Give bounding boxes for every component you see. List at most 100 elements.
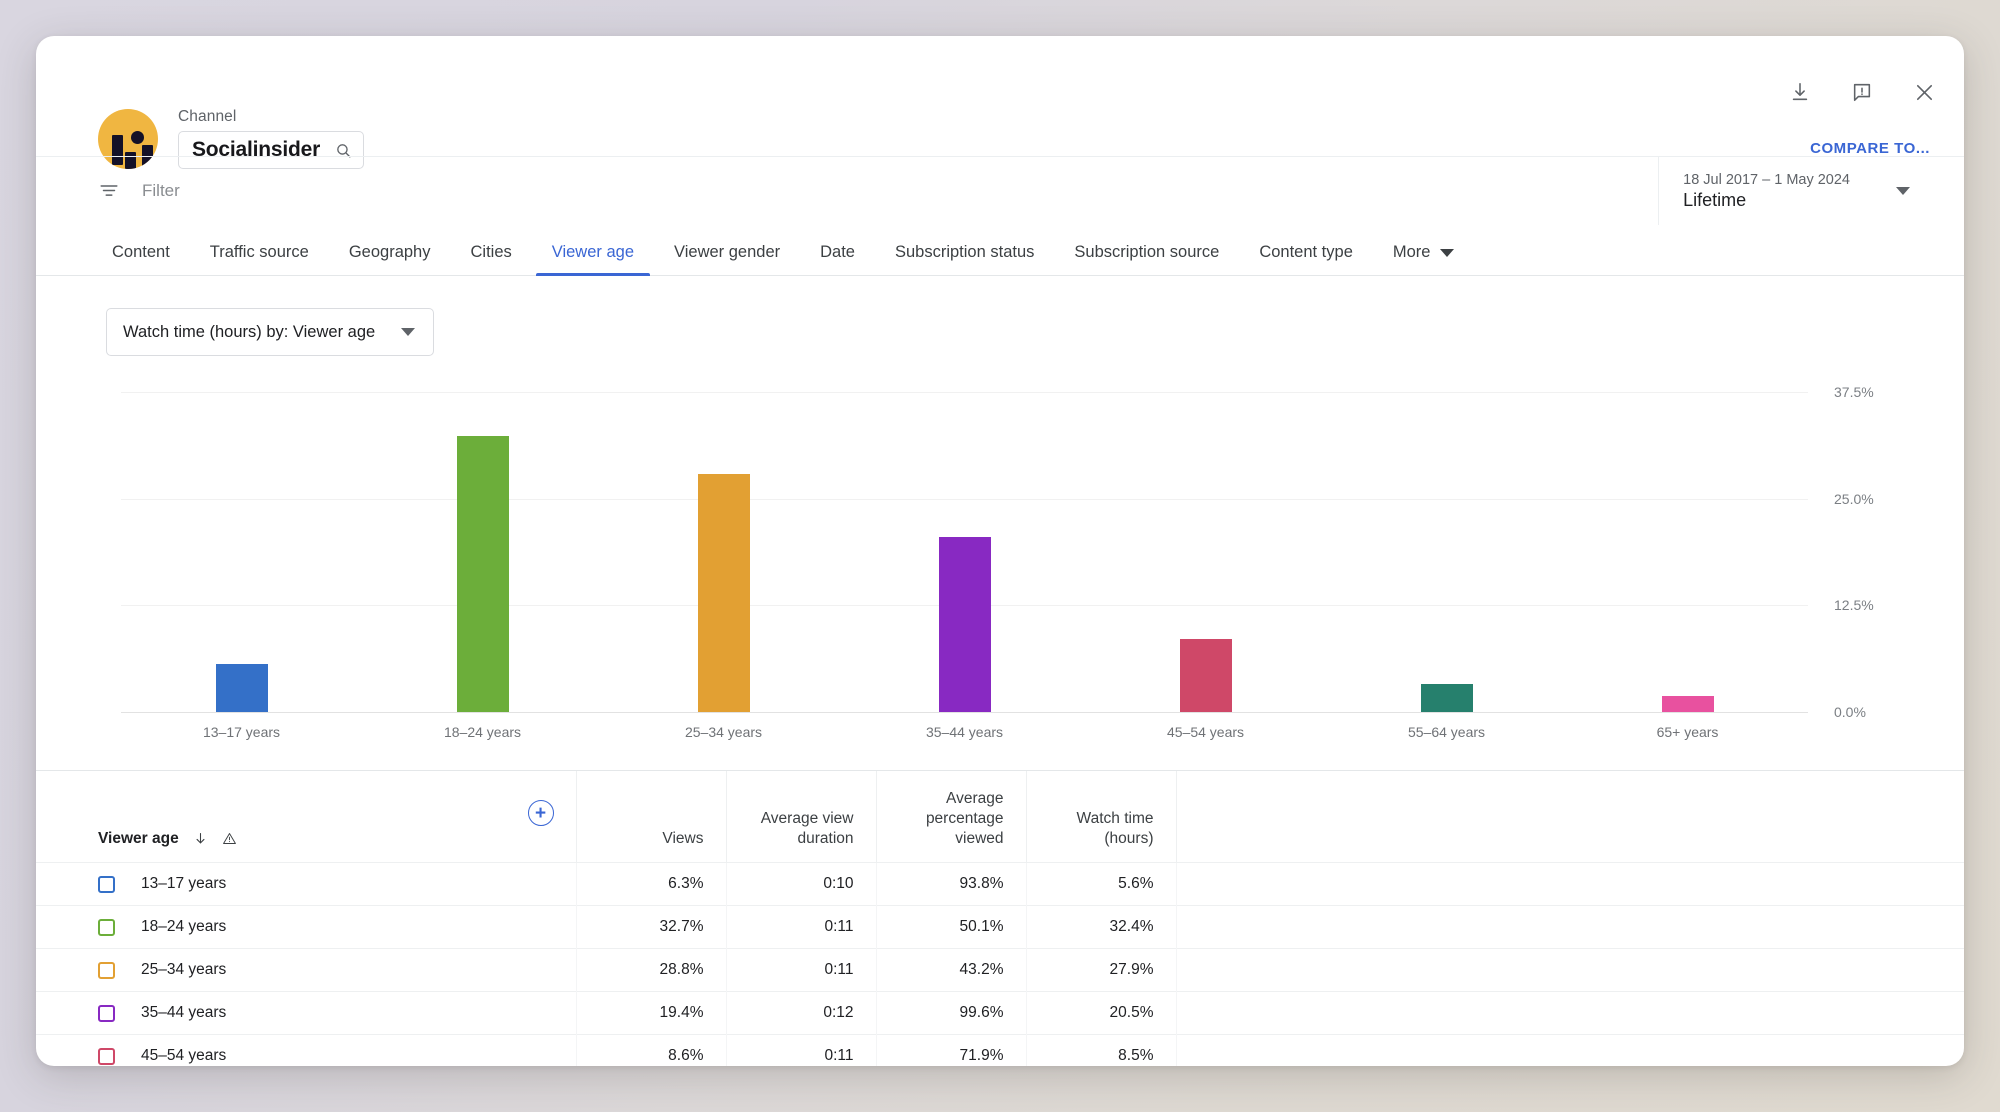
chart-bar[interactable] — [215, 664, 268, 712]
y-axis-tick-label: 25.0% — [1834, 490, 1874, 507]
table-row[interactable]: 13–17 years 6.3% 0:10 93.8% 5.6% — [36, 862, 1964, 906]
cell-watch-time: 32.4% — [1026, 905, 1177, 949]
tab-traffic-source[interactable]: Traffic source — [190, 243, 329, 275]
tab-viewer-gender[interactable]: Viewer gender — [654, 243, 800, 275]
cell-views: 19.4% — [576, 991, 727, 1035]
cell-avg-view-duration: 0:12 — [726, 991, 877, 1035]
bar-column: 18–24 years — [362, 392, 603, 740]
chart-bar[interactable] — [1420, 683, 1473, 712]
table-row[interactable]: 25–34 years 28.8% 0:11 43.2% 27.9% — [36, 948, 1964, 992]
chart-bar[interactable] — [1661, 695, 1714, 712]
row-checkbox[interactable] — [98, 1004, 115, 1022]
date-range-text: 18 Jul 2017 – 1 May 2024 Lifetime — [1683, 172, 1850, 211]
date-range-selector[interactable]: 18 Jul 2017 – 1 May 2024 Lifetime — [1658, 157, 1938, 225]
cell-views: 6.3% — [576, 862, 727, 906]
chevron-down-icon — [1896, 187, 1910, 195]
column-label-avg-dur-line1: Average view — [760, 809, 854, 827]
chart-bar[interactable] — [1179, 639, 1232, 712]
chart-bar[interactable] — [697, 473, 750, 712]
cell-viewer-age: 18–24 years — [36, 905, 577, 949]
download-icon[interactable] — [1786, 78, 1814, 106]
close-icon[interactable] — [1910, 78, 1938, 106]
column-header-views[interactable]: Views — [576, 771, 727, 863]
chart-bars: 13–17 years 18–24 years 25–34 years 35–44 y… — [121, 392, 1808, 740]
cell-viewer-age: 35–44 years — [36, 991, 577, 1035]
cell-spacer — [1176, 949, 1964, 992]
tab-label: Date — [820, 243, 855, 261]
dimension-tabs: Content Traffic source Geography Cities View… — [36, 224, 1964, 276]
tab-viewer-age[interactable]: Viewer age — [532, 243, 654, 276]
x-axis-tick-label: 55–64 years — [1407, 724, 1486, 740]
column-header-avg-view-duration[interactable]: Average view duration — [726, 771, 877, 863]
x-axis-tick-label: 25–34 years — [684, 724, 763, 740]
add-column-button[interactable]: + — [527, 800, 554, 827]
sort-descending-icon[interactable] — [193, 831, 208, 846]
row-label: 25–34 years — [141, 961, 227, 979]
column-header-avg-percentage-viewed[interactable]: Average percentage viewed — [876, 771, 1027, 863]
tab-cities[interactable]: Cities — [450, 243, 531, 275]
viewer-age-chart: 13–17 years 18–24 years 25–34 years 35–44 y… — [36, 382, 1964, 740]
metric-selector[interactable]: Watch time (hours) by: Viewer age — [106, 308, 435, 356]
tab-date[interactable]: Date — [800, 243, 875, 275]
compare-to-button[interactable]: COMPARE TO... — [1810, 140, 1930, 157]
filter-control[interactable]: Filter — [36, 180, 180, 202]
row-checkbox[interactable] — [98, 918, 115, 936]
column-label-avg-pct-line1: Average — [946, 790, 1004, 807]
window-topbar: Channel Socialinsider COMPARE TO... — [36, 36, 1964, 169]
cell-avg-percentage-viewed: 71.9% — [876, 1034, 1027, 1066]
tab-content[interactable]: Content — [92, 243, 190, 275]
column-label-avg-dur-line2: duration — [797, 829, 854, 847]
tab-more[interactable]: More — [1373, 243, 1475, 275]
row-label: 35–44 years — [141, 1004, 227, 1022]
row-checkbox[interactable] — [98, 961, 115, 979]
x-axis-tick-label: 45–54 years — [1166, 724, 1245, 740]
column-label-watch-line1: Watch time — [1076, 809, 1154, 827]
column-label-watch-line2: (hours) — [1104, 829, 1154, 847]
cell-views: 32.7% — [576, 905, 727, 949]
cell-spacer — [1176, 863, 1964, 906]
cell-viewer-age: 13–17 years — [36, 862, 577, 906]
date-range-preset: Lifetime — [1683, 189, 1747, 210]
channel-label: Channel — [178, 108, 237, 125]
y-axis-tick-label: 12.5% — [1834, 597, 1874, 614]
cell-spacer — [1176, 906, 1964, 949]
tab-subscription-status[interactable]: Subscription status — [875, 243, 1054, 275]
tab-label: Cities — [470, 243, 512, 261]
chart-bar[interactable] — [456, 435, 509, 712]
filter-placeholder: Filter — [142, 180, 180, 200]
y-axis-tick-label: 37.5% — [1834, 384, 1874, 400]
cell-watch-time: 5.6% — [1026, 862, 1177, 906]
cell-avg-percentage-viewed: 99.6% — [876, 991, 1027, 1035]
tab-label: Viewer age — [551, 243, 635, 261]
chart-bar[interactable] — [938, 537, 991, 712]
table-row[interactable]: 35–44 years 19.4% 0:12 99.6% 20.5% — [36, 991, 1964, 1035]
cell-avg-percentage-viewed: 93.8% — [876, 862, 1027, 906]
column-header-viewer-age[interactable]: Viewer age + — [36, 771, 577, 863]
row-checkbox[interactable] — [98, 875, 115, 893]
viewer-age-table: Viewer age + Views Average view duration… — [36, 770, 1964, 1066]
table-row[interactable]: 18–24 years 32.7% 0:11 50.1% 32.4% — [36, 905, 1964, 949]
filter-row: Filter 18 Jul 2017 – 1 May 2024 Lifetime — [36, 156, 1964, 225]
table-body: 13–17 years 6.3% 0:10 93.8% 5.6% 18–24 years 3… — [36, 862, 1964, 1066]
row-label: 13–17 years — [141, 875, 227, 893]
warning-icon[interactable] — [222, 831, 237, 846]
column-label-avg-pct-line3: viewed — [955, 829, 1004, 847]
cell-avg-view-duration: 0:11 — [726, 1034, 877, 1066]
x-axis-tick-label: 13–17 years — [202, 724, 281, 740]
tab-label: More — [1392, 243, 1431, 261]
tab-geography[interactable]: Geography — [329, 243, 451, 275]
bar-column: 13–17 years — [121, 392, 362, 740]
feedback-icon[interactable] — [1848, 78, 1876, 106]
row-checkbox[interactable] — [98, 1047, 115, 1065]
analytics-window: Channel Socialinsider COMPARE TO... Filt… — [36, 36, 1964, 1066]
tab-label: Traffic source — [209, 243, 309, 261]
column-header-watch-time[interactable]: Watch time (hours) — [1026, 771, 1177, 863]
column-label-avg-pct-line2: percentage — [925, 809, 1004, 827]
table-row[interactable]: 45–54 years 8.6% 0:11 71.9% 8.5% — [36, 1034, 1964, 1066]
x-axis-tick-label: 35–44 years — [925, 724, 1004, 740]
tab-content-type[interactable]: Content type — [1239, 243, 1373, 275]
cell-spacer — [1176, 1035, 1964, 1066]
table-header-row: Viewer age + Views Average view duration… — [36, 771, 1964, 863]
tab-subscription-source[interactable]: Subscription source — [1054, 243, 1239, 275]
metric-selector-label: Watch time (hours) by: Viewer age — [123, 322, 376, 341]
